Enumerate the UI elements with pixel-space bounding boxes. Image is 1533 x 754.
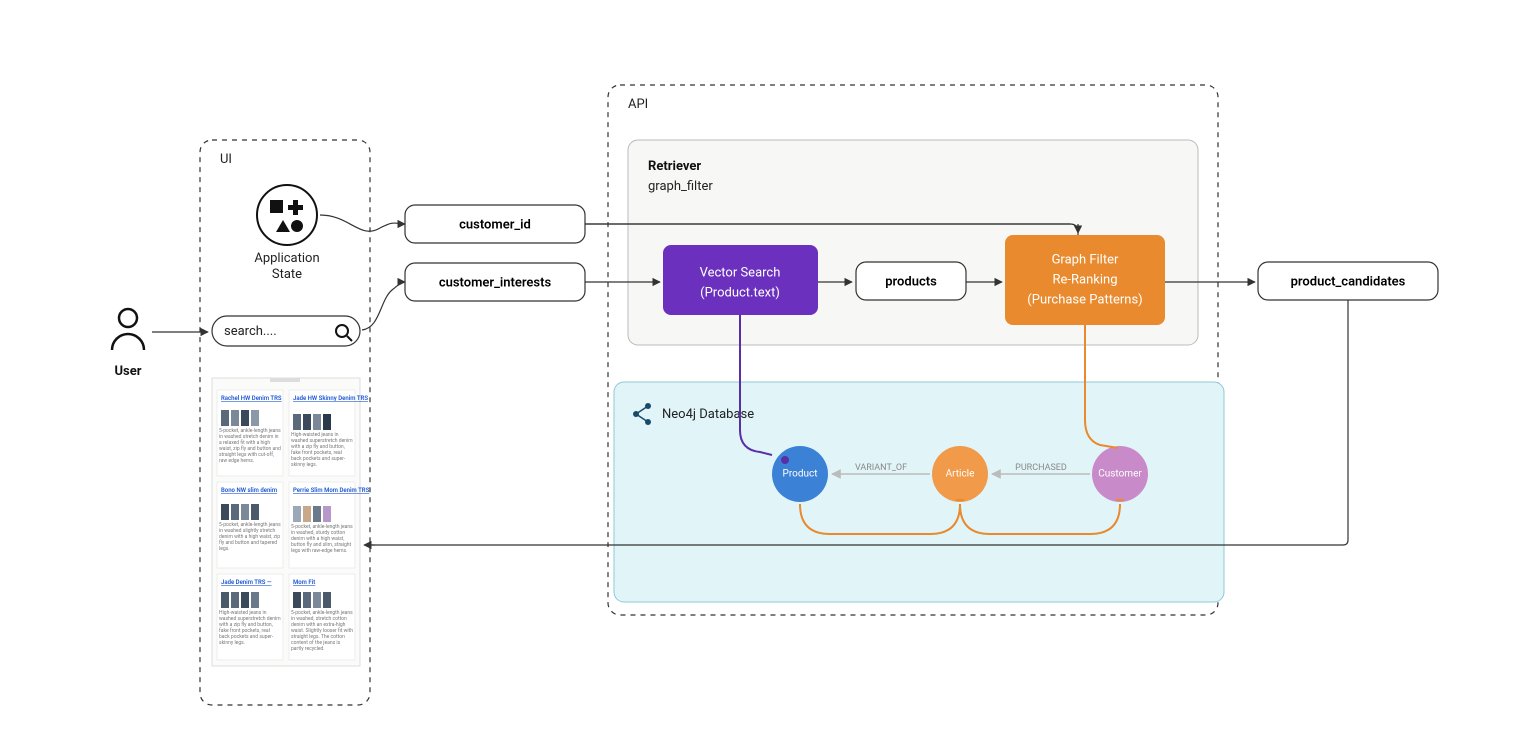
retriever-title: Retriever — [648, 159, 701, 174]
result-title: Jade Denim TRS — — [221, 579, 272, 586]
svg-text:products: products — [885, 274, 937, 289]
svg-text:customer_interests: customer_interests — [439, 275, 552, 290]
result-desc: 5-pocket, ankle-length jeans in washed, … — [291, 524, 353, 554]
svg-text:customer_id: customer_id — [459, 217, 531, 232]
results-panel: Rachel HW Denim TRS 5-pocket, ankle-leng… — [212, 378, 370, 666]
products-box: products — [856, 262, 966, 300]
arrow-appstate-customerid — [320, 215, 405, 231]
result-title: Rachel HW Denim TRS — [221, 395, 282, 402]
svg-text:Re-Ranking: Re-Ranking — [1053, 272, 1118, 287]
svg-text:Graph Filter: Graph Filter — [1052, 252, 1119, 267]
svg-text:product_candidates: product_candidates — [1291, 274, 1406, 289]
ui-section-label: UI — [220, 152, 232, 167]
arrow-search-custinterests — [362, 282, 405, 330]
rel-variant-of-label: VARIANT_OF — [855, 463, 907, 473]
svg-text:Vector Search: Vector Search — [700, 265, 781, 280]
result-title: Bono NW slim denim — [221, 487, 277, 494]
rel-purchased-label: PURCHASED — [1015, 463, 1067, 473]
search-placeholder: search.... — [224, 324, 277, 339]
product-candidates-box: product_candidates — [1258, 262, 1438, 300]
result-desc: High-waisted jeans in washed superstretc… — [219, 610, 281, 646]
result-desc: High-waisted jeans in washed superstretc… — [291, 432, 353, 468]
application-state-icon — [257, 185, 317, 245]
node-customer-label: Customer — [1098, 469, 1142, 480]
result-title: Mom Fit — [293, 579, 315, 586]
user-icon — [112, 309, 144, 350]
result-title: Jade HW Skinny Denim TRS — [293, 395, 368, 402]
svg-text:(Purchase Patterns): (Purchase Patterns) — [1027, 292, 1142, 307]
customer-id-box: customer_id — [405, 205, 585, 243]
retriever-subtitle: graph_filter — [648, 179, 713, 194]
node-article-label: Article — [946, 469, 975, 480]
graph-filter-box: Graph Filter Re-Ranking (Purchase Patter… — [1005, 235, 1165, 325]
result-desc: 5-pocket, ankle-length jeans in washed, … — [291, 610, 353, 652]
svg-text:(Product.text): (Product.text) — [700, 285, 780, 300]
api-section-label: API — [628, 97, 648, 112]
node-product-label: Product — [783, 469, 818, 480]
application-state-label-1: Application — [254, 251, 319, 266]
application-state-label-2: State — [272, 267, 302, 282]
result-title: Perrie Slim Mom Denim TRS — [293, 487, 370, 494]
result-desc: 5-pocket, ankle-length jeans in washed s… — [219, 522, 281, 552]
result-desc: 5-pocket, ankle-length jeans in washed s… — [219, 428, 281, 464]
vector-search-box: Vector Search (Product.text) — [663, 245, 818, 315]
search-input[interactable]: search.... — [212, 316, 360, 346]
user-label: User — [114, 364, 141, 379]
customer-interests-box: customer_interests — [405, 263, 585, 301]
